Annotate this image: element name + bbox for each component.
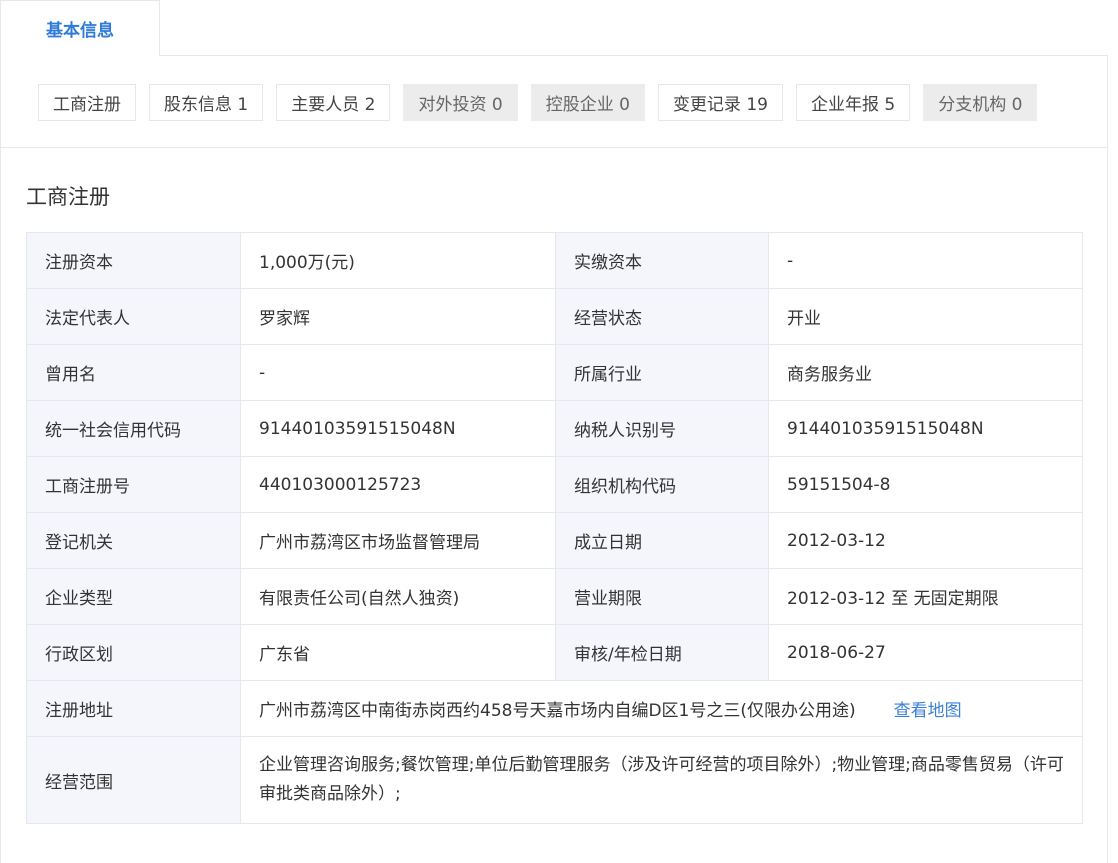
field-value: -: [768, 232, 1083, 289]
tab-bar-underline: [160, 55, 1108, 56]
registration-table: 注册资本 1,000万(元) 实缴资本 - 法定代表人 罗家辉 经营状态 开业 …: [26, 232, 1083, 824]
subtab-branches: 分支机构 0: [923, 84, 1038, 121]
field-label: 注册资本: [26, 232, 241, 289]
subtab-outbound-investment: 对外投资 0: [403, 84, 518, 121]
field-value: 罗家辉: [240, 288, 556, 345]
field-value: 91440103591515048N: [768, 400, 1083, 457]
field-value: 91440103591515048N: [240, 400, 556, 457]
address-wrap: 广州市荔湾区中南街赤岗西约458号天嘉市场内自编D区1号之三(仅限办公用途) 查…: [259, 696, 1064, 721]
field-value: 广州市荔湾区市场监督管理局: [240, 512, 556, 569]
subtab-controlled-companies: 控股企业 0: [530, 84, 645, 121]
field-label: 统一社会信用代码: [26, 400, 241, 457]
table-row: 企业类型 有限责任公司(自然人独资) 营业期限 2012-03-12 至 无固定…: [26, 568, 1083, 625]
field-label: 纳税人识别号: [555, 400, 769, 457]
section-divider: [0, 147, 1108, 148]
section-title: 工商注册: [26, 185, 110, 209]
field-label: 经营状态: [555, 288, 769, 345]
field-value: 商务服务业: [768, 344, 1083, 401]
table-row: 工商注册号 440103000125723 组织机构代码 59151504-8: [26, 456, 1083, 513]
table-row: 法定代表人 罗家辉 经营状态 开业: [26, 288, 1083, 345]
field-label: 法定代表人: [26, 288, 241, 345]
field-value: 1,000万(元): [240, 232, 556, 289]
field-label: 注册地址: [26, 680, 241, 737]
field-value: 59151504-8: [768, 456, 1083, 513]
business-scope-cell: 企业管理咨询服务;餐饮管理;单位后勤管理服务（涉及许可经营的项目除外）;物业管理…: [240, 736, 1083, 824]
field-label: 实缴资本: [555, 232, 769, 289]
field-value: 开业: [768, 288, 1083, 345]
table-row: 登记机关 广州市荔湾区市场监督管理局 成立日期 2012-03-12: [26, 512, 1083, 569]
field-value: 2018-06-27: [768, 624, 1083, 681]
field-label: 组织机构代码: [555, 456, 769, 513]
field-value: 有限责任公司(自然人独资): [240, 568, 556, 625]
field-label: 审核/年检日期: [555, 624, 769, 681]
field-value: -: [240, 344, 556, 401]
field-value: 2012-03-12: [768, 512, 1083, 569]
field-label: 工商注册号: [26, 456, 241, 513]
registered-address: 广州市荔湾区中南街赤岗西约458号天嘉市场内自编D区1号之三(仅限办公用途): [259, 701, 856, 721]
table-row: 注册地址 广州市荔湾区中南街赤岗西约458号天嘉市场内自编D区1号之三(仅限办公…: [26, 680, 1083, 737]
tab-basic-info[interactable]: 基本信息: [0, 0, 160, 56]
field-value: 440103000125723: [240, 456, 556, 513]
subtab-key-personnel[interactable]: 主要人员 2: [276, 84, 391, 121]
view-map-link[interactable]: 查看地图: [894, 696, 962, 721]
table-row: 曾用名 - 所属行业 商务服务业: [26, 344, 1083, 401]
field-label: 企业类型: [26, 568, 241, 625]
table-row: 统一社会信用代码 91440103591515048N 纳税人识别号 91440…: [26, 400, 1083, 457]
field-label: 成立日期: [555, 512, 769, 569]
subtab-business-registration[interactable]: 工商注册: [38, 84, 136, 121]
field-label: 登记机关: [26, 512, 241, 569]
field-label: 所属行业: [555, 344, 769, 401]
field-label: 经营范围: [26, 736, 241, 824]
field-value: 广东省: [240, 624, 556, 681]
table-row: 行政区划 广东省 审核/年检日期 2018-06-27: [26, 624, 1083, 681]
subtab-shareholders[interactable]: 股东信息 1: [149, 84, 264, 121]
subtab-bar: 工商注册 股东信息 1 主要人员 2 对外投资 0 控股企业 0 变更记录 19…: [38, 84, 1038, 121]
subtab-change-records[interactable]: 变更记录 19: [657, 84, 783, 121]
subtab-annual-reports[interactable]: 企业年报 5: [795, 84, 911, 121]
registered-address-cell: 广州市荔湾区中南街赤岗西约458号天嘉市场内自编D区1号之三(仅限办公用途) 查…: [240, 680, 1083, 737]
business-scope: 企业管理咨询服务;餐饮管理;单位后勤管理服务（涉及许可经营的项目除外）;物业管理…: [259, 755, 1064, 804]
table-row: 经营范围 企业管理咨询服务;餐饮管理;单位后勤管理服务（涉及许可经营的项目除外）…: [26, 736, 1083, 824]
field-label: 营业期限: [555, 568, 769, 625]
table-row: 注册资本 1,000万(元) 实缴资本 -: [26, 232, 1083, 289]
field-label: 行政区划: [26, 624, 241, 681]
field-value: 2012-03-12 至 无固定期限: [768, 568, 1083, 625]
field-label: 曾用名: [26, 344, 241, 401]
